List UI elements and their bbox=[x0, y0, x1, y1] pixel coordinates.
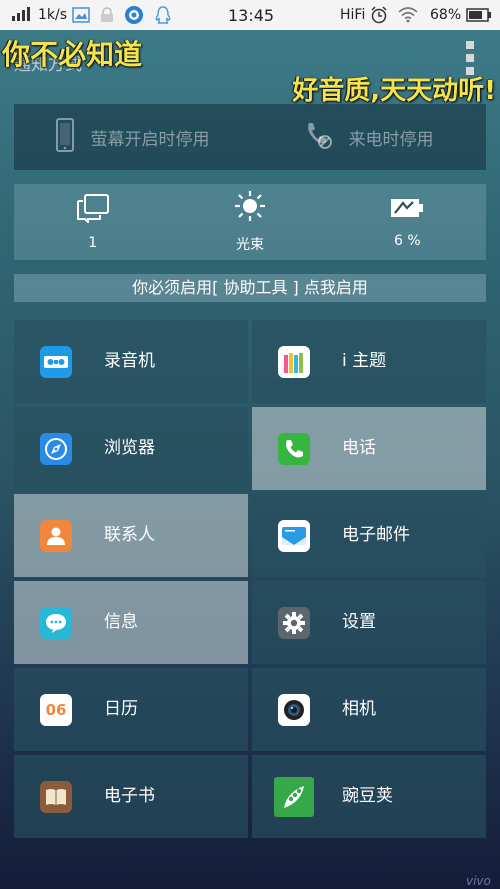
gallery-icon bbox=[72, 0, 90, 30]
hifi-label: HiFi bbox=[340, 7, 366, 23]
app-circle-icon bbox=[124, 0, 144, 30]
theme-icon bbox=[278, 346, 310, 378]
calendar-icon: 06 bbox=[40, 694, 72, 726]
app-tile-settings[interactable]: 设置 bbox=[252, 581, 486, 664]
multi-window-value: 1 bbox=[88, 235, 98, 251]
multi-window-icon bbox=[76, 193, 110, 227]
camera-icon bbox=[278, 694, 310, 726]
app-tile-messages[interactable]: 信息 bbox=[14, 581, 248, 664]
brand-logo: vivo bbox=[466, 874, 491, 888]
app-label: 电话 bbox=[342, 438, 376, 458]
app-tile-wandoujia[interactable]: 豌豆荚 bbox=[252, 755, 486, 838]
quick-multi-window[interactable]: 1 bbox=[14, 184, 171, 260]
app-label: 电子邮件 bbox=[342, 525, 410, 545]
browser-icon bbox=[40, 433, 72, 465]
clock: 13:45 bbox=[228, 5, 275, 25]
app-label: 电子书 bbox=[104, 786, 155, 806]
quick-settings-panel: 1 光束 6 % bbox=[14, 184, 486, 260]
app-label: 豌豆荚 bbox=[342, 786, 393, 806]
recorder-icon bbox=[40, 346, 72, 378]
app-label: 浏览器 bbox=[104, 438, 155, 458]
app-tile-browser[interactable]: 浏览器 bbox=[14, 407, 248, 490]
alarm-icon bbox=[370, 0, 388, 30]
wandoujia-icon bbox=[274, 777, 314, 817]
app-tile-ebook[interactable]: 电子书 bbox=[14, 755, 248, 838]
battery-percent: 68% bbox=[430, 7, 462, 23]
app-tile-email[interactable]: 电子邮件 bbox=[252, 494, 486, 577]
email-icon bbox=[278, 520, 310, 552]
app-label: 信息 bbox=[104, 612, 138, 632]
phone-icon bbox=[278, 433, 310, 465]
overlay-text-left: 你不必知道 bbox=[2, 38, 143, 71]
sun-icon bbox=[234, 190, 266, 226]
app-tile-camera[interactable]: 相机 bbox=[252, 668, 486, 751]
app-tile-recorder[interactable]: 录音机 bbox=[14, 320, 248, 403]
settings-icon bbox=[278, 607, 310, 639]
qq-icon bbox=[154, 0, 172, 30]
battery-saver-icon bbox=[389, 195, 425, 225]
net-speed: 1k/s bbox=[38, 7, 68, 23]
message-icon bbox=[40, 607, 72, 639]
phone-call-off-icon bbox=[303, 120, 333, 155]
app-label: 日历 bbox=[104, 699, 138, 719]
app-label: 联系人 bbox=[104, 525, 155, 545]
screen-on-label: 萤幕开启时停用 bbox=[90, 129, 210, 150]
phone-screen-icon bbox=[55, 117, 75, 157]
app-tile-phone[interactable]: 电话 bbox=[252, 407, 486, 490]
disable-when-screen-on[interactable]: 萤幕开启时停用 bbox=[14, 104, 250, 170]
ebook-icon bbox=[40, 781, 72, 813]
brightness-label: 光束 bbox=[235, 237, 264, 253]
app-label: 录音机 bbox=[104, 351, 155, 371]
overlay-text-right: 好音质,天天动听! bbox=[292, 76, 496, 106]
lock-icon bbox=[100, 0, 114, 30]
signal-icon bbox=[12, 0, 30, 30]
app-tile-theme[interactable]: i 主题 bbox=[252, 320, 486, 403]
app-tile-calendar[interactable]: 06 日历 bbox=[14, 668, 248, 751]
app-label: 设置 bbox=[342, 612, 376, 632]
battery-saver-value: 6 % bbox=[393, 233, 421, 249]
app-grid: 录音机 i 主题 浏览器 电话 联系人 电子邮件 信息 设置 06 日历 相机 … bbox=[14, 320, 486, 838]
quick-battery-saver[interactable]: 6 % bbox=[329, 184, 486, 260]
app-label: 相机 bbox=[342, 699, 376, 719]
wifi-icon bbox=[398, 0, 418, 30]
calling-label: 来电时停用 bbox=[348, 129, 434, 150]
app-label: i 主题 bbox=[342, 351, 387, 371]
battery-icon bbox=[466, 0, 492, 30]
status-bar: 1k/s 13:45 HiFi 68% bbox=[0, 0, 500, 30]
disable-options-panel: 萤幕开启时停用 来电时停用 bbox=[14, 104, 486, 170]
disable-when-calling[interactable]: 来电时停用 bbox=[250, 104, 486, 170]
quick-brightness[interactable]: 光束 bbox=[171, 184, 328, 260]
app-tile-contacts[interactable]: 联系人 bbox=[14, 494, 248, 577]
contacts-icon bbox=[40, 520, 72, 552]
enable-accessibility-notice[interactable]: 你必须启用[ 协助工具 ] 点我启用 bbox=[14, 274, 486, 302]
